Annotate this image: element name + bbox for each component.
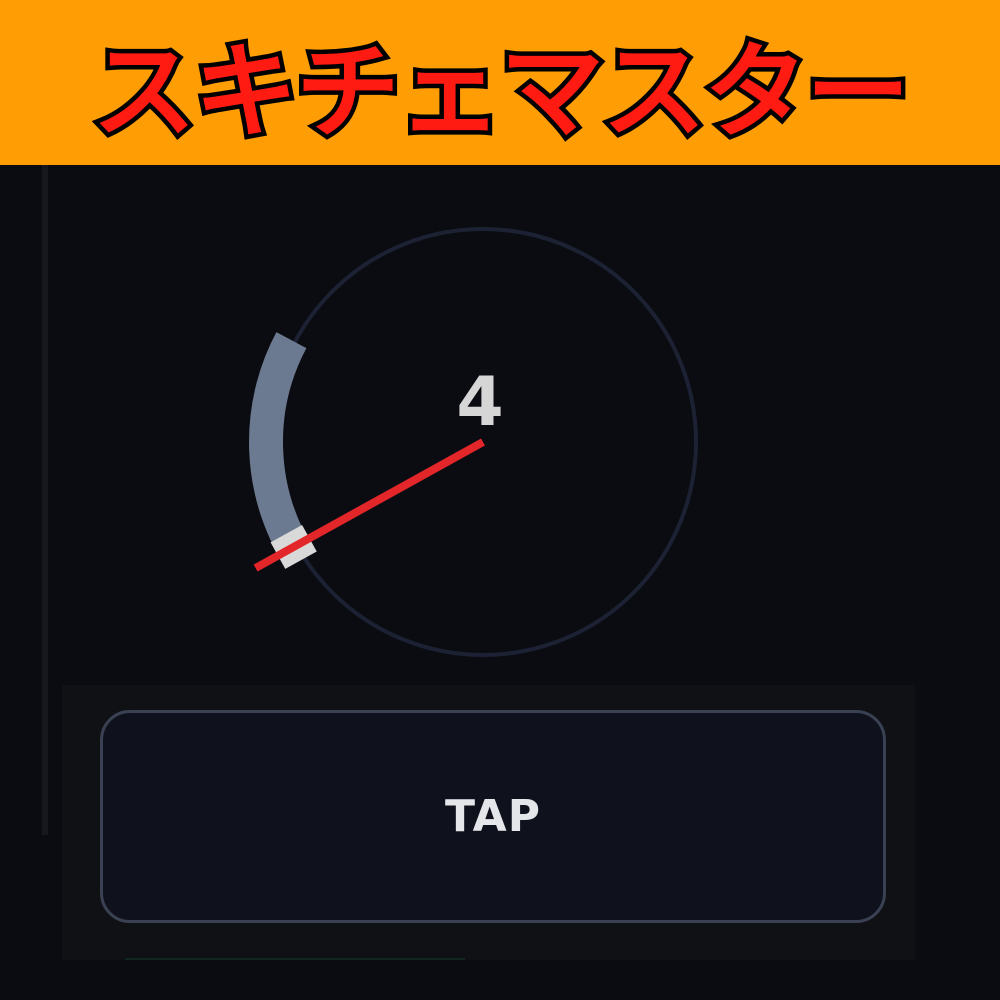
game-screen: スキチェマスター 4 TAP [0, 0, 1000, 1000]
game-title: スキチェマスター [87, 27, 914, 158]
bottom-divider [125, 958, 465, 960]
timing-gauge: 4 [0, 165, 1000, 685]
tap-count: 4 [456, 363, 503, 442]
success-zone-arc [249, 332, 314, 566]
tap-button-label: TAP [445, 791, 541, 842]
tap-button[interactable]: TAP [100, 710, 886, 923]
timing-gauge-svg: 4 [249, 227, 698, 657]
